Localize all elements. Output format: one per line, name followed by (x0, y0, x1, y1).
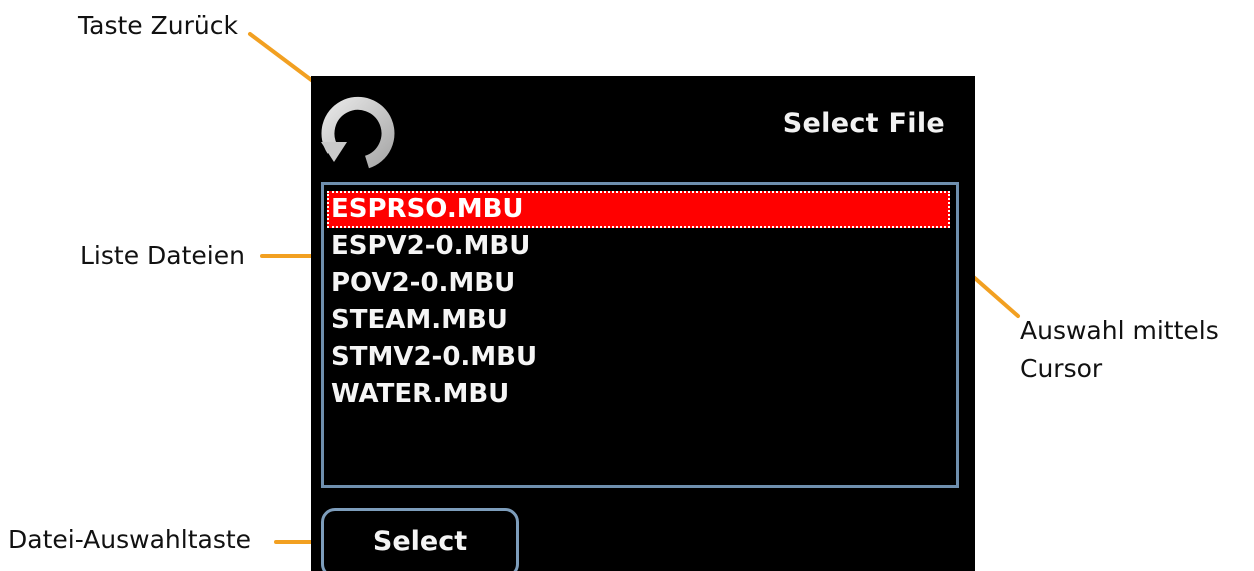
callout-cursor-line-2: Cursor (1020, 354, 1103, 383)
rotate-back-icon (321, 96, 395, 169)
file-list-item[interactable]: WATER.MBU (327, 376, 950, 413)
screen-title: Select File (782, 108, 945, 139)
file-list-item[interactable]: STEAM.MBU (327, 302, 950, 339)
callout-cursor-line-1: Auswahl mittels (1020, 316, 1219, 345)
back-button[interactable] (317, 92, 399, 174)
callout-back-key: Taste Zurück (78, 11, 238, 40)
callout-file-list: Liste Dateien (80, 241, 245, 270)
file-list-item-selected[interactable]: ESPRSO.MBU (327, 191, 950, 228)
file-list[interactable]: ESPRSO.MBU ESPV2-0.MBU POV2-0.MBU STEAM.… (321, 182, 959, 488)
callout-cursor-selection: Auswahl mittels Cursor (1020, 312, 1219, 388)
file-list-item[interactable]: ESPV2-0.MBU (327, 228, 950, 265)
file-list-item[interactable]: STMV2-0.MBU (327, 339, 950, 376)
select-button[interactable]: Select (321, 508, 519, 571)
device-screen: Select File ESPRSO.MBU ESPV2-0.MBU POV2-… (311, 76, 975, 571)
file-list-item[interactable]: POV2-0.MBU (327, 265, 950, 302)
callout-select-key: Datei-Auswahltaste (8, 525, 252, 554)
